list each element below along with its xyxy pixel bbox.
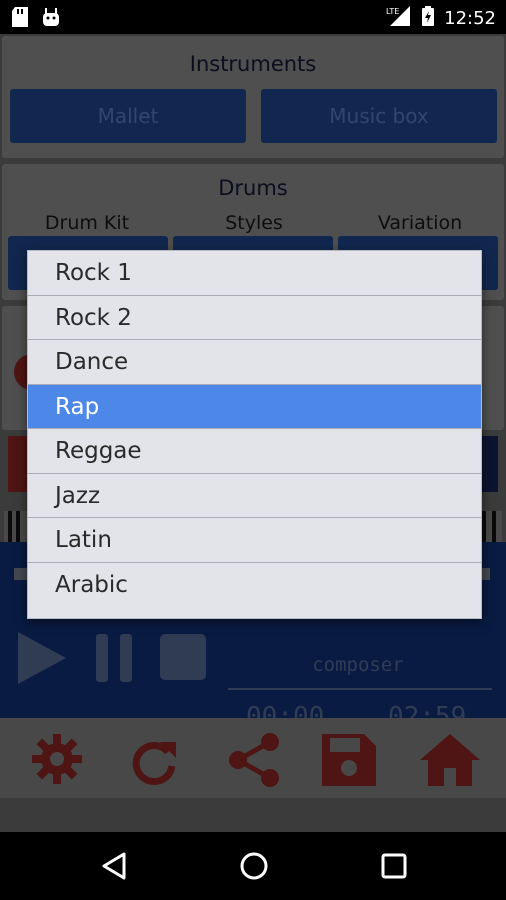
dropdown-item-arabic[interactable]: Arabic xyxy=(28,563,481,608)
dropdown-item-dance[interactable]: Dance xyxy=(28,340,481,385)
clock: 12:52 xyxy=(444,8,496,29)
styles-dropdown-menu: Rock 1 Rock 2 Dance Rap Reggae Jazz Lati… xyxy=(27,250,482,619)
battery-icon xyxy=(422,6,435,31)
android-icon xyxy=(42,7,60,31)
status-bar: LTE 12:52 xyxy=(0,0,506,34)
dropdown-item-latin[interactable]: Latin xyxy=(28,518,481,563)
home-circle-icon[interactable] xyxy=(239,851,269,885)
dropdown-item-reggae[interactable]: Reggae xyxy=(28,429,481,474)
dropdown-item-rap[interactable]: Rap xyxy=(28,384,481,429)
lte-signal-icon: LTE xyxy=(386,6,412,31)
dropdown-item-jazz[interactable]: Jazz xyxy=(28,474,481,518)
recents-icon[interactable] xyxy=(381,853,407,883)
sd-card-icon xyxy=(12,7,28,31)
dropdown-item-rock2[interactable]: Rock 2 xyxy=(28,296,481,340)
dropdown-item-rock1[interactable]: Rock 1 xyxy=(28,251,481,296)
navigation-bar xyxy=(0,832,506,900)
svg-text:LTE: LTE xyxy=(386,7,399,16)
back-icon[interactable] xyxy=(100,852,128,884)
